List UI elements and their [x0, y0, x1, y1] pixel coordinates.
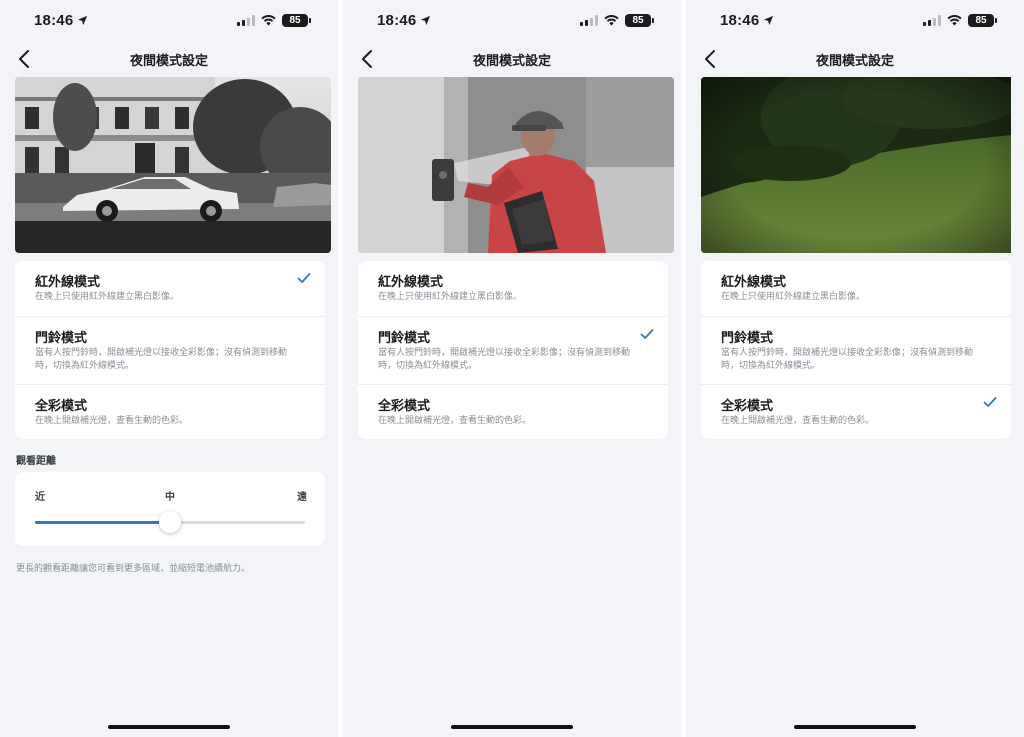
- mode-description: 在晚上開啟補光燈，查看生動的色彩。: [35, 416, 189, 426]
- home-indicator[interactable]: [108, 725, 230, 729]
- page-title: 夜間模式設定: [815, 54, 894, 69]
- mode-option-doorbell[interactable]: 門鈴模式 當有人按門鈴時，開啟補光燈以接收全彩影像；沒有偵測到移動時，切換為紅外…: [701, 317, 1011, 385]
- viewing-distance-card: 近 中 遠: [15, 472, 325, 546]
- status-bar: 18:46 85: [0, 12, 338, 34]
- distance-far-label: 遠: [297, 492, 307, 503]
- mode-title: 紅外線模式: [378, 275, 444, 290]
- mode-option-infrared[interactable]: 紅外線模式 在晚上只使用紅外線建立黑白影像。: [358, 261, 668, 317]
- mode-title: 全彩模式: [721, 399, 774, 414]
- page-title: 夜間模式設定: [472, 54, 551, 69]
- mode-description: 當有人按門鈴時，開啟補光燈以接收全彩影像；沒有偵測到移動時，切換為紅外線模式。: [721, 348, 974, 371]
- mode-title: 全彩模式: [378, 399, 431, 414]
- battery-icon: 85: [968, 14, 997, 27]
- mode-option-doorbell[interactable]: 門鈴模式 當有人按門鈴時，開啟補光燈以接收全彩影像；沒有偵測到移動時，切換為紅外…: [15, 317, 325, 385]
- mode-title: 門鈴模式: [378, 331, 431, 346]
- slider-fill: [35, 521, 170, 524]
- mode-option-fullcolor[interactable]: 全彩模式 在晚上開啟補光燈，查看生動的色彩。: [15, 385, 325, 439]
- checkmark-icon: [640, 329, 654, 339]
- mode-title: 門鈴模式: [35, 331, 88, 346]
- battery-icon: 85: [625, 14, 654, 27]
- battery-icon: 85: [282, 14, 311, 27]
- location-arrow-icon: [764, 15, 774, 26]
- screenshot-stage: 18:46 85 夜間模式設定 紅外線模式 在晚上只使用紅外線建立黑白影像。 門…: [0, 0, 1024, 737]
- viewing-distance-hint: 更長的觀看距離讓您可看到更多區域，並縮短電池續航力。: [16, 564, 251, 574]
- nav-bar: 夜間模式設定: [0, 46, 338, 74]
- distance-mid-label: 中: [165, 492, 175, 503]
- home-indicator[interactable]: [451, 725, 573, 729]
- status-bar: 18:46 85: [343, 12, 681, 34]
- distance-near-label: 近: [35, 492, 45, 503]
- mode-option-fullcolor[interactable]: 全彩模式 在晚上開啟補光燈，查看生動的色彩。: [358, 385, 668, 439]
- home-indicator[interactable]: [794, 725, 916, 729]
- phone-screen-doorbell: 18:46 85 夜間模式設定 紅外線模式 在晚上只使用紅外線建立黑白影像。 門…: [343, 0, 681, 737]
- mode-description: 在晚上只使用紅外線建立黑白影像。: [378, 292, 523, 302]
- viewing-distance-label: 觀看距離: [16, 456, 56, 467]
- mode-description: 當有人按門鈴時，開啟補光燈以接收全彩影像；沒有偵測到移動時，切換為紅外線模式。: [35, 348, 288, 371]
- nav-bar: 夜間模式設定: [343, 46, 681, 74]
- night-mode-list: 紅外線模式 在晚上只使用紅外線建立黑白影像。 門鈴模式 當有人按門鈴時，開啟補光…: [358, 261, 668, 439]
- night-mode-list: 紅外線模式 在晚上只使用紅外線建立黑白影像。 門鈴模式 當有人按門鈴時，開啟補光…: [701, 261, 1011, 439]
- phone-screen-fullcolor: 18:46 85 夜間模式設定 紅外線模式 在晚上只使用紅外線建立黑白影像。 門…: [686, 0, 1024, 737]
- mode-title: 紅外線模式: [35, 275, 101, 290]
- mode-title: 全彩模式: [35, 399, 88, 414]
- mode-option-infrared[interactable]: 紅外線模式 在晚上只使用紅外線建立黑白影像。: [15, 261, 325, 317]
- status-time: 18:46: [720, 12, 774, 29]
- fullcolor-lawn-preview: [701, 77, 1017, 253]
- signal-icon: [580, 15, 598, 26]
- status-time: 18:46: [34, 12, 88, 29]
- mode-option-fullcolor[interactable]: 全彩模式 在晚上開啟補光燈，查看生動的色彩。: [701, 385, 1011, 439]
- mode-title: 紅外線模式: [721, 275, 787, 290]
- nav-bar: 夜間模式設定: [686, 46, 1024, 74]
- page-title: 夜間模式設定: [129, 54, 208, 69]
- location-arrow-icon: [421, 15, 431, 26]
- signal-icon: [237, 15, 255, 26]
- doorbell-visitor-preview: [358, 77, 674, 253]
- mode-description: 在晚上開啟補光燈，查看生動的色彩。: [721, 416, 875, 426]
- mode-description: 在晚上開啟補光燈，查看生動的色彩。: [378, 416, 532, 426]
- infrared-street-preview: [15, 77, 331, 253]
- checkmark-icon: [983, 397, 997, 407]
- viewing-distance-slider[interactable]: [35, 511, 305, 533]
- mode-description: 在晚上只使用紅外線建立黑白影像。: [721, 292, 866, 302]
- wifi-icon: [947, 15, 962, 26]
- slider-thumb[interactable]: [159, 511, 181, 533]
- mode-description: 當有人按門鈴時，開啟補光燈以接收全彩影像；沒有偵測到移動時，切換為紅外線模式。: [378, 348, 631, 371]
- checkmark-icon: [297, 273, 311, 283]
- mode-description: 在晚上只使用紅外線建立黑白影像。: [35, 292, 180, 302]
- wifi-icon: [604, 15, 619, 26]
- wifi-icon: [261, 15, 276, 26]
- night-mode-list: 紅外線模式 在晚上只使用紅外線建立黑白影像。 門鈴模式 當有人按門鈴時，開啟補光…: [15, 261, 325, 439]
- mode-option-doorbell[interactable]: 門鈴模式 當有人按門鈴時，開啟補光燈以接收全彩影像；沒有偵測到移動時，切換為紅外…: [358, 317, 668, 385]
- signal-icon: [923, 15, 941, 26]
- mode-title: 門鈴模式: [721, 331, 774, 346]
- location-arrow-icon: [78, 15, 88, 26]
- status-time: 18:46: [377, 12, 431, 29]
- phone-screen-infrared: 18:46 85 夜間模式設定 紅外線模式 在晚上只使用紅外線建立黑白影像。 門…: [0, 0, 338, 737]
- mode-option-infrared[interactable]: 紅外線模式 在晚上只使用紅外線建立黑白影像。: [701, 261, 1011, 317]
- status-bar: 18:46 85: [686, 12, 1024, 34]
